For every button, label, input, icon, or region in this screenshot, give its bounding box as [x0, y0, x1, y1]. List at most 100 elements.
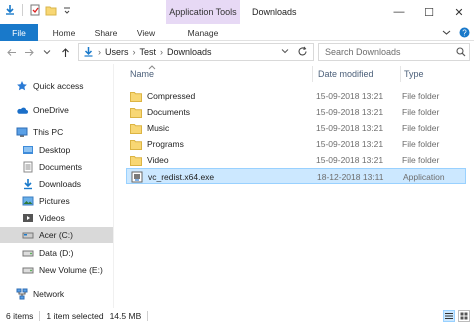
address-bar[interactable]: › Users › Test › Downloads [78, 43, 314, 61]
status-divider [39, 311, 41, 321]
file-name: Compressed [147, 91, 196, 101]
large-icons-view-button[interactable] [458, 310, 470, 322]
tab-file[interactable]: File [0, 24, 38, 41]
list-item[interactable]: Compressed 15-09-2018 13:21 File folder [126, 88, 466, 104]
address-dropdown-icon[interactable] [281, 47, 289, 57]
chevron-down-icon [43, 50, 51, 55]
breadcrumb-test[interactable]: Test [140, 47, 157, 57]
forward-arrow-icon [24, 48, 34, 56]
column-header-name[interactable]: Name [130, 64, 310, 84]
list-item[interactable]: Music 15-09-2018 13:21 File folder [126, 120, 466, 136]
file-type: File folder [402, 91, 440, 101]
list-item[interactable]: Programs 15-09-2018 13:21 File folder [126, 136, 466, 152]
nav-label: Data (D:) [39, 248, 74, 258]
downloads-folder-icon [22, 178, 34, 190]
file-type: File folder [402, 155, 440, 165]
breadcrumb-downloads[interactable]: Downloads [167, 47, 212, 57]
breadcrumb-users[interactable]: Users [105, 47, 129, 57]
new-folder-icon[interactable] [45, 4, 57, 16]
nav-label: Downloads [39, 179, 82, 189]
nav-item-downloads[interactable]: Downloads [22, 176, 112, 192]
nav-item-documents[interactable]: Documents [22, 159, 112, 175]
file-name: Programs [147, 139, 184, 149]
expand-ribbon-icon[interactable] [442, 28, 451, 39]
large-icons-view-icon [460, 312, 468, 320]
up-arrow-icon [61, 47, 69, 57]
file-list: Name Date modified Type Compressed 15-09… [116, 64, 474, 308]
refresh-icon[interactable] [297, 46, 308, 59]
nav-item-new-volume-e[interactable]: New Volume (E:) [22, 262, 112, 278]
tab-manage[interactable]: Manage [166, 24, 240, 41]
folder-down-icon[interactable] [4, 4, 16, 16]
list-item[interactable]: Documents 15-09-2018 13:21 File folder [126, 104, 466, 120]
tab-share[interactable]: Share [88, 24, 124, 41]
list-item[interactable]: Video 15-09-2018 13:21 File folder [126, 152, 466, 168]
nav-item-pictures[interactable]: Pictures [22, 193, 112, 209]
nav-item-data-d[interactable]: Data (D:) [22, 245, 112, 261]
minimize-button[interactable]: — [384, 0, 414, 24]
file-type: File folder [402, 107, 440, 117]
help-icon[interactable]: ? [459, 27, 470, 40]
tab-view[interactable]: View [130, 24, 162, 41]
address-row: › Users › Test › Downloads Search Downlo… [0, 42, 474, 62]
computer-icon [16, 126, 28, 138]
drive-icon [22, 264, 34, 276]
ribbon-right-controls: ? [442, 27, 470, 40]
folder-icon [130, 154, 142, 166]
desktop-folder-icon [22, 144, 34, 156]
breadcrumb-separator: › [98, 47, 101, 57]
breadcrumb-separator: › [132, 47, 136, 57]
file-type: File folder [402, 123, 440, 133]
column-divider[interactable] [312, 66, 313, 82]
videos-folder-icon [22, 212, 34, 224]
details-view-button[interactable] [443, 310, 455, 322]
column-divider[interactable] [400, 66, 401, 82]
nav-label: New Volume (E:) [39, 265, 103, 275]
nav-item-onedrive[interactable]: OneDrive [16, 102, 112, 118]
column-header-type[interactable]: Type [404, 64, 464, 84]
context-tab-title: Application Tools [166, 0, 240, 24]
list-item-selected[interactable]: vc_redist.x64.exe 18-12-2018 13:11 Appli… [126, 168, 466, 184]
view-switcher [443, 310, 470, 322]
svg-text:?: ? [462, 28, 467, 37]
nav-item-quick-access[interactable]: Quick access [16, 78, 112, 94]
nav-item-desktop[interactable]: Desktop [22, 142, 112, 158]
customize-qat-icon[interactable] [61, 4, 73, 16]
folder-icon [130, 122, 142, 134]
close-button[interactable]: ✕ [444, 0, 474, 24]
file-date: 15-09-2018 13:21 [316, 155, 384, 165]
window-controls: — ☐ ✕ [384, 0, 474, 24]
column-header-date[interactable]: Date modified [318, 64, 398, 84]
star-icon [16, 80, 28, 92]
status-item-count: 6 items [6, 311, 34, 321]
maximize-button[interactable]: ☐ [414, 0, 444, 24]
file-type: File folder [402, 139, 440, 149]
nav-label: OneDrive [33, 105, 69, 115]
nav-label: Documents [39, 162, 82, 172]
status-bar: 6 items 1 item selected 14.5 MB [0, 308, 474, 324]
search-icon[interactable] [456, 47, 466, 59]
recent-locations-button[interactable] [40, 44, 54, 60]
file-type: Application [403, 172, 445, 182]
tab-home[interactable]: Home [46, 24, 82, 41]
nav-item-network[interactable]: Network [16, 286, 112, 302]
folder-icon [130, 138, 142, 150]
forward-button[interactable] [22, 44, 36, 60]
nav-item-acer-c[interactable]: Acer (C:) [0, 227, 113, 243]
file-date: 18-12-2018 13:11 [317, 172, 384, 182]
nav-item-videos[interactable]: Videos [22, 210, 112, 226]
file-name: Music [147, 123, 170, 133]
nav-label: Acer (C:) [39, 230, 73, 240]
nav-label: Quick access [33, 81, 84, 91]
properties-icon[interactable] [29, 4, 41, 16]
search-input[interactable]: Search Downloads [318, 43, 470, 61]
folder-icon [130, 90, 142, 102]
back-button[interactable] [4, 44, 18, 60]
drive-icon [22, 247, 34, 259]
up-button[interactable] [58, 44, 72, 60]
nav-item-this-pc[interactable]: This PC [16, 124, 112, 140]
cloud-icon [16, 104, 28, 116]
status-divider [147, 311, 149, 321]
details-view-icon [445, 313, 453, 319]
title-bar: Application Tools Downloads — ☐ ✕ [0, 0, 474, 24]
